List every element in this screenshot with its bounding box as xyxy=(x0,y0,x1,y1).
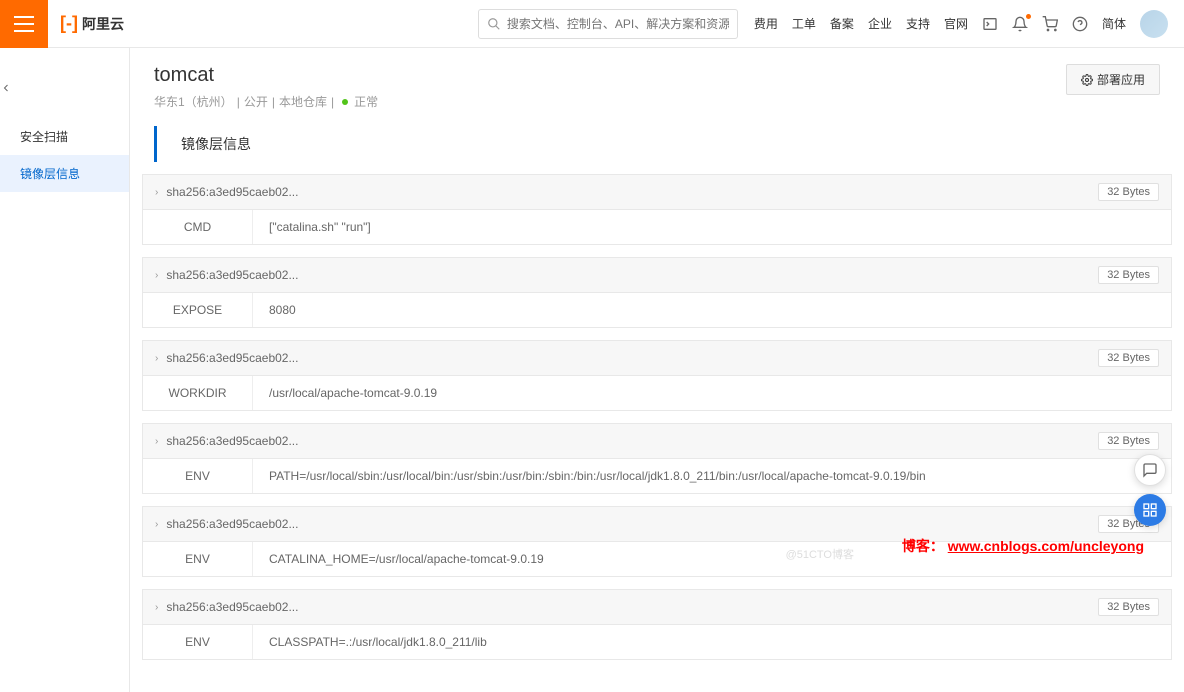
meta-visibility: 公开 xyxy=(244,93,268,110)
layer-item: › sha256:a3ed95caeb02... 32 Bytes EXPOSE… xyxy=(142,257,1172,328)
back-button[interactable] xyxy=(0,78,129,98)
layer-cmd-label: EXPOSE xyxy=(143,293,253,327)
layer-cmd-label: CMD xyxy=(143,210,253,244)
chevron-right-icon: › xyxy=(155,436,158,447)
layer-header[interactable]: › sha256:a3ed95caeb02... 32 Bytes xyxy=(143,590,1171,625)
nav-support[interactable]: 支持 xyxy=(906,15,930,32)
chevron-right-icon: › xyxy=(155,602,158,613)
layer-hash: sha256:a3ed95caeb02... xyxy=(166,185,1098,199)
chevron-right-icon: › xyxy=(155,187,158,198)
layer-header[interactable]: › sha256:a3ed95caeb02... 32 Bytes xyxy=(143,175,1171,210)
layer-cmd-label: ENV xyxy=(143,459,253,493)
nav-lang[interactable]: 简体 xyxy=(1102,15,1126,32)
layer-item: › sha256:a3ed95caeb02... 32 Bytes ENV PA… xyxy=(142,423,1172,494)
layer-cmd-label: ENV xyxy=(143,542,253,576)
chevron-right-icon: › xyxy=(155,519,158,530)
page-title: tomcat xyxy=(154,64,378,87)
layer-cmd-value: CLASSPATH=.:/usr/local/jdk1.8.0_211/lib xyxy=(253,625,1171,659)
nav-beian[interactable]: 备案 xyxy=(830,15,854,32)
watermark-label: 博客： xyxy=(902,538,944,554)
notification-badge xyxy=(1026,14,1031,19)
brand-logo[interactable]: [-] 阿里云 xyxy=(60,13,124,34)
layer-cmd-label: ENV xyxy=(143,625,253,659)
gear-icon xyxy=(1081,74,1093,86)
watermark: 博客： www.cnblogs.com/uncleyong xyxy=(902,536,1144,556)
search-box[interactable] xyxy=(478,9,738,39)
float-chat-button[interactable] xyxy=(1134,454,1166,486)
layer-body: WORKDIR /usr/local/apache-tomcat-9.0.19 xyxy=(143,376,1171,410)
deploy-button-label: 部署应用 xyxy=(1097,71,1145,88)
cart-icon[interactable] xyxy=(1042,16,1058,32)
search-icon xyxy=(487,17,501,31)
layer-item: › sha256:a3ed95caeb02... 32 Bytes CMD ["… xyxy=(142,174,1172,245)
layer-hash: sha256:a3ed95caeb02... xyxy=(166,517,1098,531)
layer-body: ENV PATH=/usr/local/sbin:/usr/local/bin:… xyxy=(143,459,1171,493)
avatar[interactable] xyxy=(1140,10,1168,38)
layer-header[interactable]: › sha256:a3ed95caeb02... 32 Bytes xyxy=(143,258,1171,293)
layer-hash: sha256:a3ed95caeb02... xyxy=(166,600,1098,614)
layer-header[interactable]: › sha256:a3ed95caeb02... 32 Bytes xyxy=(143,424,1171,459)
sidebar-item-layer-info[interactable]: 镜像层信息 xyxy=(0,155,129,192)
status-dot-icon xyxy=(342,99,348,105)
hamburger-icon xyxy=(14,16,34,32)
layer-size-badge: 32 Bytes xyxy=(1098,266,1159,284)
layer-cmd-value: PATH=/usr/local/sbin:/usr/local/bin:/usr… xyxy=(253,459,1171,493)
search-input[interactable] xyxy=(507,17,729,31)
watermark-url: www.cnblogs.com/uncleyong xyxy=(948,538,1144,554)
help-icon[interactable] xyxy=(1072,16,1088,32)
layer-size-badge: 32 Bytes xyxy=(1098,349,1159,367)
layer-cmd-value: 8080 xyxy=(253,293,1171,327)
layer-cmd-value: ["catalina.sh" "run"] xyxy=(253,210,1171,244)
meta-region: 华东1（杭州） xyxy=(154,93,233,110)
layer-cmd-label: WORKDIR xyxy=(143,376,253,410)
layer-size-badge: 32 Bytes xyxy=(1098,183,1159,201)
terminal-icon[interactable] xyxy=(982,16,998,32)
menu-toggle-button[interactable] xyxy=(0,0,48,48)
page-meta: 华东1（杭州） | 公开 | 本地仓库 | 正常 xyxy=(154,93,378,110)
layer-hash: sha256:a3ed95caeb02... xyxy=(166,434,1098,448)
nav-enterprise[interactable]: 企业 xyxy=(868,15,892,32)
meta-status: 正常 xyxy=(354,93,378,110)
layer-hash: sha256:a3ed95caeb02... xyxy=(166,268,1098,282)
layer-body: ENV CLASSPATH=.:/usr/local/jdk1.8.0_211/… xyxy=(143,625,1171,659)
layer-cmd-value: /usr/local/apache-tomcat-9.0.19 xyxy=(253,376,1171,410)
chevron-right-icon: › xyxy=(155,353,158,364)
chat-icon xyxy=(1142,462,1158,478)
float-apps-button[interactable] xyxy=(1134,494,1166,526)
layer-item: › sha256:a3ed95caeb02... 32 Bytes ENV CL… xyxy=(142,589,1172,660)
chevron-right-icon: › xyxy=(155,270,158,281)
nav-fee[interactable]: 费用 xyxy=(754,15,778,32)
layer-item: › sha256:a3ed95caeb02... 32 Bytes WORKDI… xyxy=(142,340,1172,411)
meta-repo-type: 本地仓库 xyxy=(279,93,327,110)
layer-header[interactable]: › sha256:a3ed95caeb02... 32 Bytes xyxy=(143,341,1171,376)
nav-ticket[interactable]: 工单 xyxy=(792,15,816,32)
grid-icon xyxy=(1142,502,1158,518)
layer-body: CMD ["catalina.sh" "run"] xyxy=(143,210,1171,244)
layer-hash: sha256:a3ed95caeb02... xyxy=(166,351,1098,365)
layer-size-badge: 32 Bytes xyxy=(1098,598,1159,616)
section-title: 镜像层信息 xyxy=(154,126,1184,162)
watermark-faint: @51CTO博客 xyxy=(786,546,854,562)
notification-icon[interactable] xyxy=(1012,16,1028,32)
logo-icon: [-] xyxy=(60,13,78,34)
sidebar-item-security-scan[interactable]: 安全扫描 xyxy=(0,118,129,155)
brand-name: 阿里云 xyxy=(82,14,124,34)
layer-body: EXPOSE 8080 xyxy=(143,293,1171,327)
layer-size-badge: 32 Bytes xyxy=(1098,432,1159,450)
nav-website[interactable]: 官网 xyxy=(944,15,968,32)
deploy-button[interactable]: 部署应用 xyxy=(1066,64,1160,95)
